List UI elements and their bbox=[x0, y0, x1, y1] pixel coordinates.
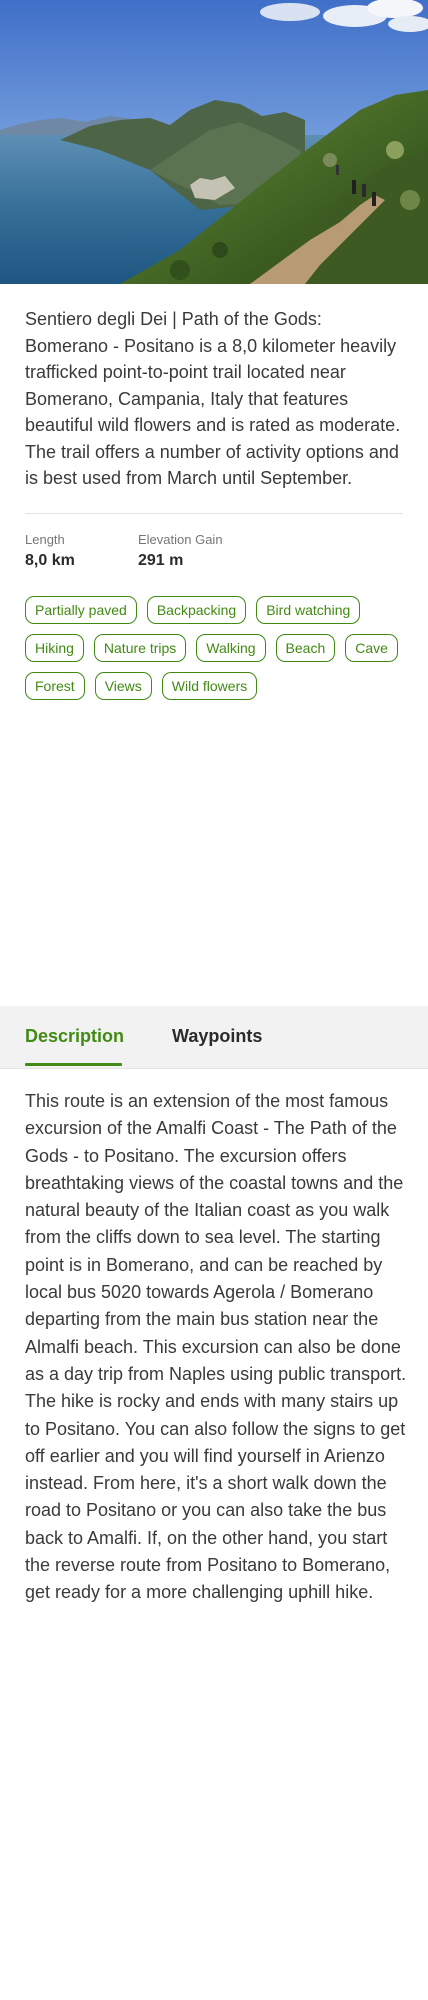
tag-bird-watching[interactable]: Bird watching bbox=[256, 596, 361, 624]
tab-waypoints[interactable]: Waypoints bbox=[172, 1006, 262, 1068]
tab-description[interactable]: Description bbox=[25, 1006, 124, 1068]
tag-cave[interactable]: Cave bbox=[345, 634, 398, 662]
summary-divider bbox=[25, 513, 403, 514]
tag-beach[interactable]: Beach bbox=[275, 634, 336, 662]
elevation-gain-stat: Elevation Gain 291 m bbox=[138, 532, 223, 572]
trail-hero-photo[interactable] bbox=[0, 0, 428, 284]
trail-details-page: Sentiero degli Dei | Path of the Gods: B… bbox=[0, 0, 428, 2000]
content-tab-bar: Description Waypoints bbox=[0, 1006, 428, 1069]
tag-hiking[interactable]: Hiking bbox=[25, 634, 84, 662]
length-stat: Length 8,0 km bbox=[25, 532, 75, 572]
trail-description: This route is an extension of the most f… bbox=[25, 1091, 407, 1603]
active-tab-indicator bbox=[25, 1063, 122, 1066]
length-value: 8,0 km bbox=[25, 552, 75, 569]
elevation-gain-label: Elevation Gain bbox=[138, 532, 223, 547]
hero-landscape-image bbox=[0, 0, 428, 284]
tag-nature-trips[interactable]: Nature trips bbox=[93, 634, 187, 662]
tag-wild-flowers[interactable]: Wild flowers bbox=[161, 672, 258, 700]
tag-walking[interactable]: Walking bbox=[196, 634, 266, 662]
tag-forest[interactable]: Forest bbox=[25, 672, 85, 700]
tag-views[interactable]: Views bbox=[94, 672, 152, 700]
tag-partially-paved[interactable]: Partially paved bbox=[25, 596, 137, 624]
trail-tags: Partially paved Backpacking Bird watchin… bbox=[25, 596, 415, 700]
tag-backpacking[interactable]: Backpacking bbox=[146, 596, 247, 624]
trail-summary: Sentiero degli Dei | Path of the Gods: B… bbox=[25, 309, 401, 488]
length-label: Length bbox=[25, 532, 65, 547]
elevation-gain-value: 291 m bbox=[138, 552, 184, 569]
